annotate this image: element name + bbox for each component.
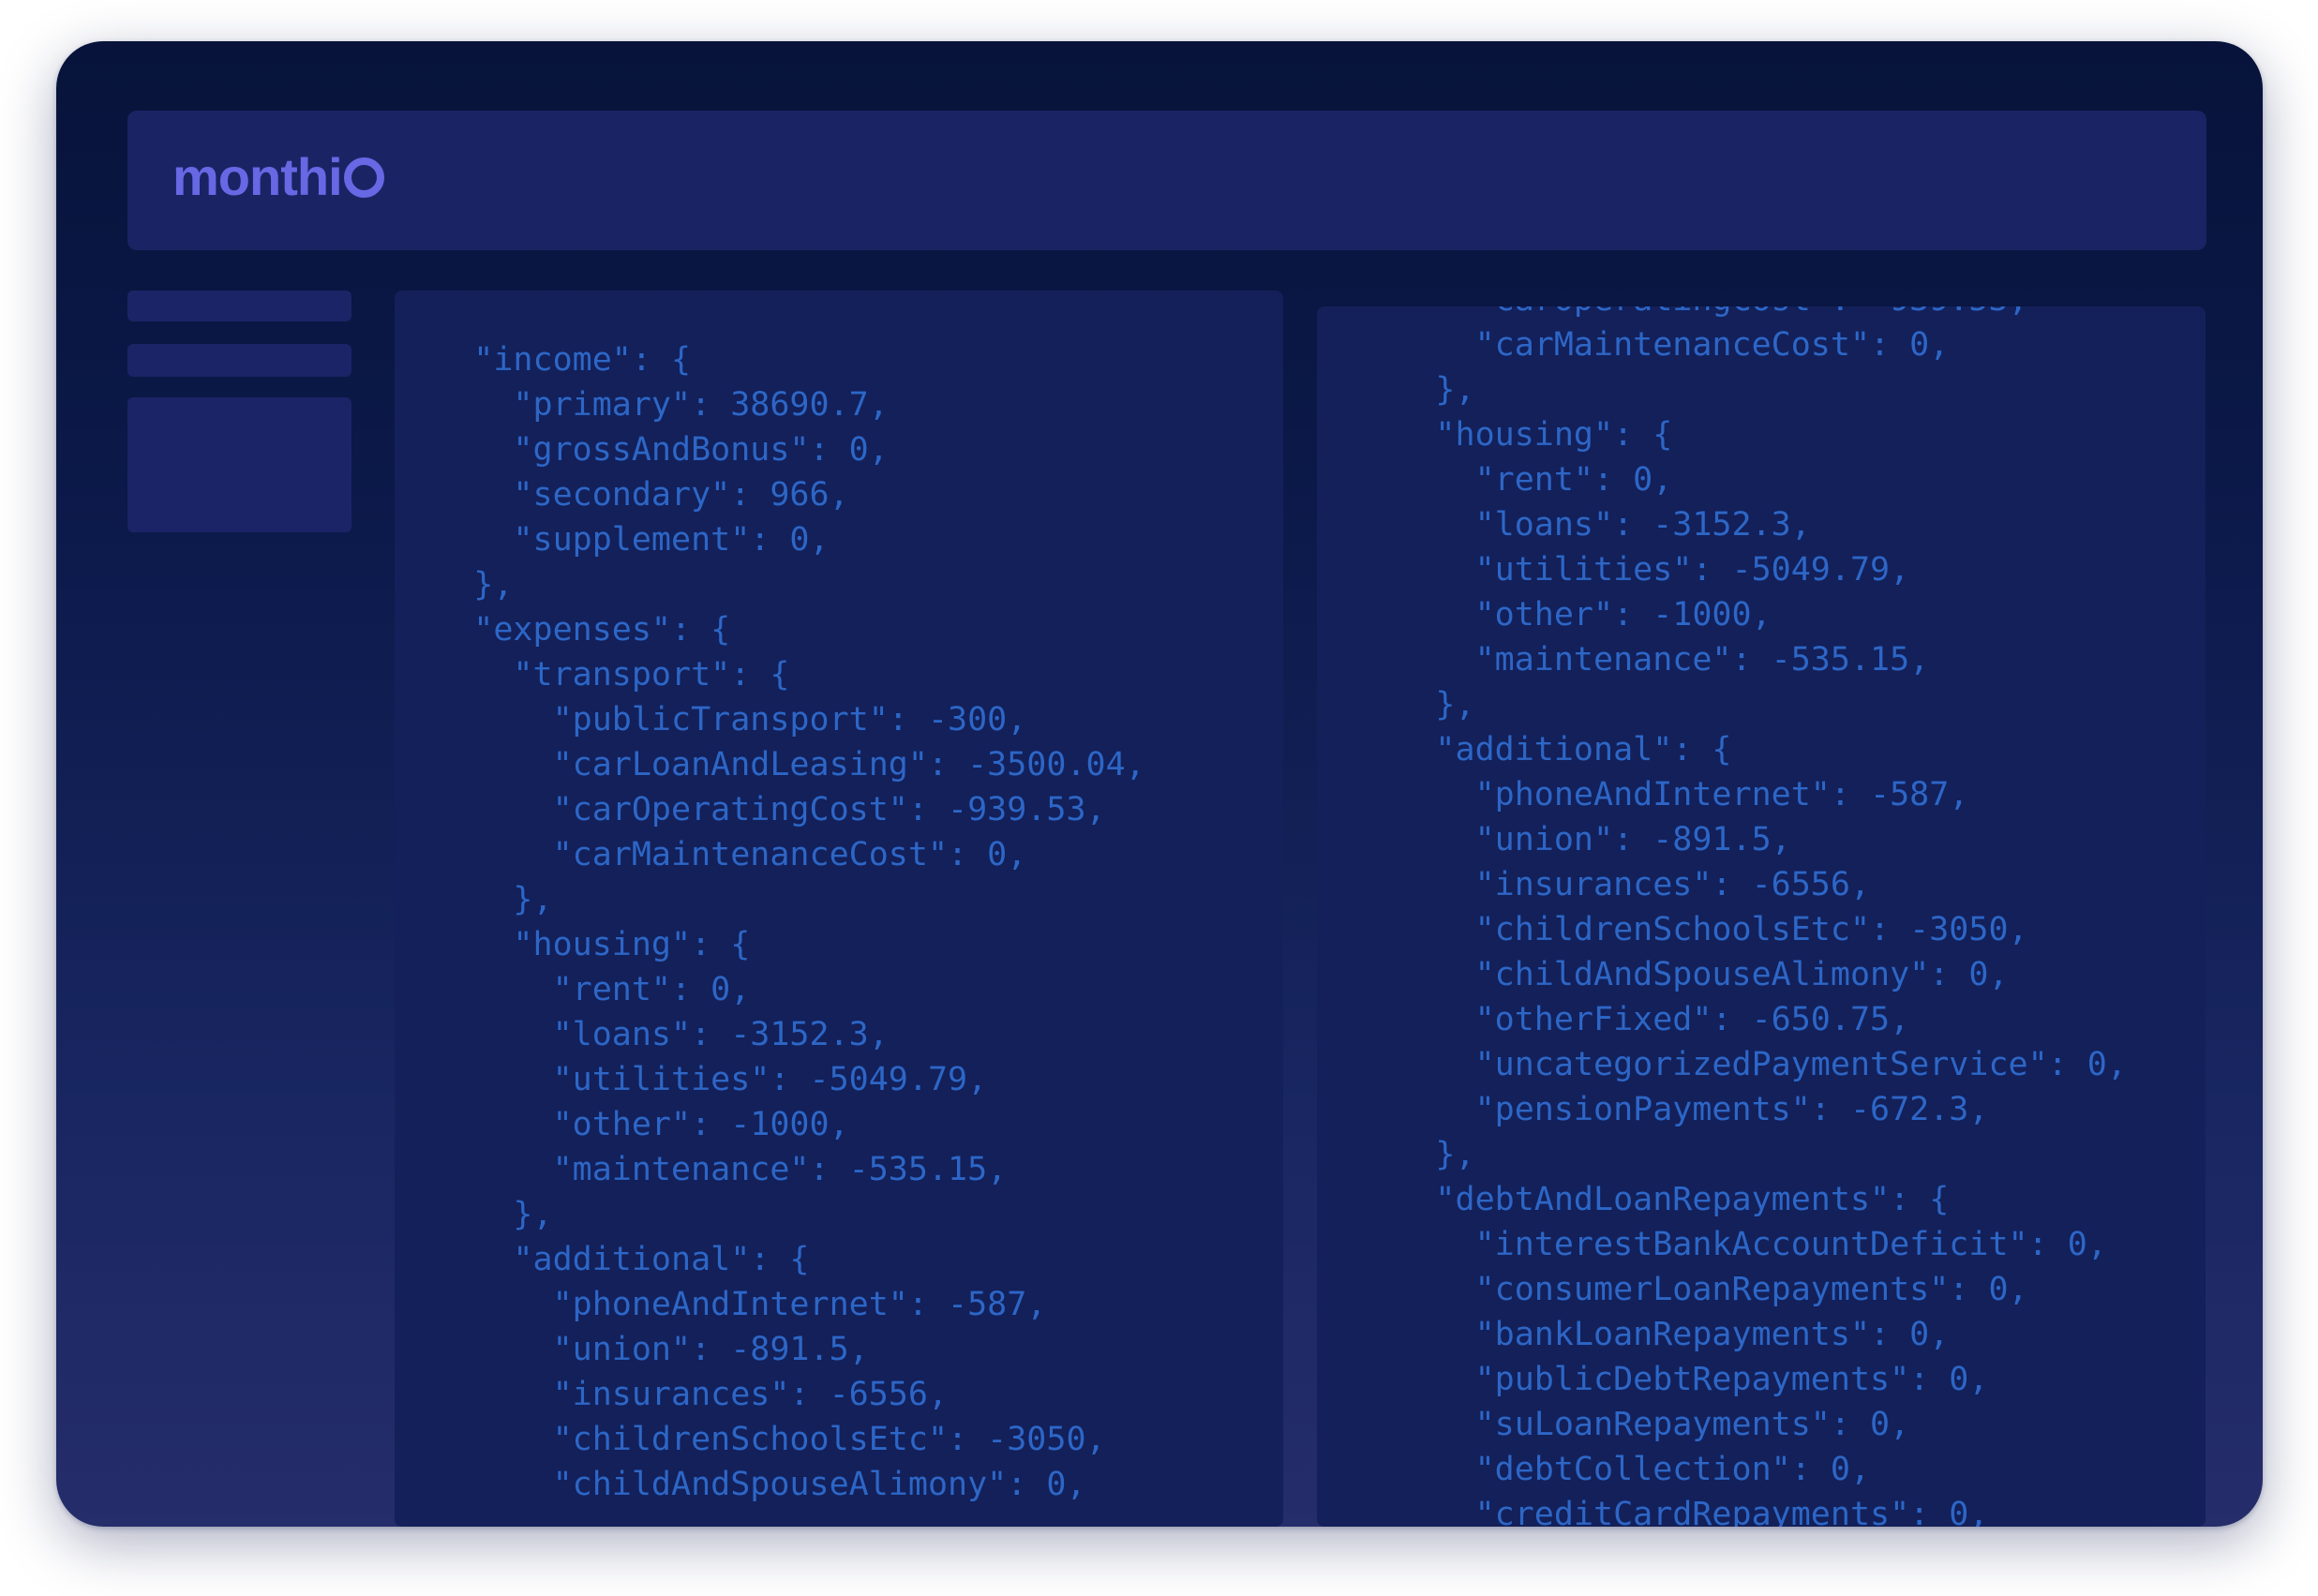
json-code-line: "carMaintenanceCost": 0, <box>395 836 1027 873</box>
json-code-line: "grossAndBonus": 0, <box>395 431 889 469</box>
json-code-line: "expenses": { <box>395 611 731 649</box>
json-code-line: "union": -891.5, <box>1317 821 1791 858</box>
json-code-line: "housing": { <box>1317 416 1673 454</box>
json-code-line: "pensionPayments": -672.3, <box>1317 1091 1989 1128</box>
json-code-line: "uncategorizedPaymentService": 0, <box>1317 1046 2127 1083</box>
json-code-line: }, <box>1317 1136 1475 1173</box>
json-code-line: "childrenSchoolsEtc": -3050, <box>395 1421 1106 1458</box>
json-code-line: "childAndSpouseAlimony": 0, <box>1317 956 2009 993</box>
json-code-line: "debtCollection": 0, <box>1317 1451 1871 1488</box>
json-code-line: "carMaintenanceCost": 0, <box>1317 326 1950 364</box>
app-header: monthi <box>127 111 2206 250</box>
json-code-line: "debtAndLoanRepayments": { <box>1317 1181 1950 1218</box>
json-panel-right[interactable]: "carOperatingCost": -939.53, "carMainten… <box>1317 306 2206 1527</box>
json-code-line: "insurances": -6556, <box>395 1376 949 1413</box>
json-code-line: }, <box>395 1196 553 1233</box>
json-code-line: "other": -1000, <box>1317 596 1772 634</box>
json-code-line: "secondary": 966, <box>395 476 849 514</box>
json-code-line: "additional": { <box>1317 731 1732 768</box>
json-code-line: "loans": -3152.3, <box>395 1016 889 1053</box>
logo-o-mark <box>343 157 384 198</box>
json-code-line: "childAndSpouseAlimony": 0, <box>395 1466 1086 1503</box>
json-code-line: }, <box>395 566 514 604</box>
json-code-line: "bankLoanRepayments": 0, <box>1317 1316 1950 1353</box>
json-code-line: "housing": { <box>395 926 751 963</box>
json-code-line: }, <box>1317 371 1475 409</box>
logo-text: monthi <box>172 147 343 206</box>
json-code-line: }, <box>1317 686 1475 723</box>
json-code-line: "loans": -3152.3, <box>1317 506 1811 544</box>
json-code-line: "rent": 0, <box>395 971 751 1008</box>
json-code-line: "rent": 0, <box>1317 461 1673 499</box>
json-code-line: "supplement": 0, <box>395 521 830 559</box>
json-code-line: "phoneAndInternet": -587, <box>1317 776 1969 813</box>
json-code-line: "carOperatingCost": -939.53, <box>1317 306 2127 322</box>
json-code-right: "carOperatingCost": -939.53, "carMainten… <box>1317 306 2127 1527</box>
json-code-line: "interestBankAccountDeficit": 0, <box>1317 1226 2107 1263</box>
json-code-line: "transport": { <box>395 656 790 694</box>
json-code-line: "carLoanAndLeasing": -3500.04, <box>395 746 1145 783</box>
json-code-line: "insurances": -6556, <box>1317 866 1871 903</box>
json-code-line: "creditCardRepayments": 0, <box>1317 1496 1989 1527</box>
sidebar-nav-item-2[interactable] <box>127 344 351 377</box>
json-code-line: "utilities": -5049.79, <box>395 1061 988 1098</box>
sidebar-nav-item-1[interactable] <box>127 291 351 321</box>
json-code-line: "otherFixed": -650.75, <box>1317 1001 1910 1038</box>
json-code-line: "additional": { <box>395 1241 810 1278</box>
json-code-line: "carOperatingCost": -939.53, <box>395 791 1106 828</box>
json-code-line: "childrenSchoolsEtc": -3050, <box>1317 911 2028 948</box>
app-window: monthi "income": { "primary": 38690.7, "… <box>56 41 2263 1527</box>
json-code-line: "publicDebtRepayments": 0, <box>1317 1361 1989 1398</box>
monthio-logo[interactable]: monthi <box>172 146 384 207</box>
json-code-line: "primary": 38690.7, <box>395 386 889 424</box>
json-code-line: "publicTransport": -300, <box>395 701 1027 738</box>
json-code-line: "other": -1000, <box>395 1106 849 1143</box>
json-code-line: "union": -891.5, <box>395 1331 869 1368</box>
json-code-line: "suLoanRepayments": 0, <box>1317 1406 1910 1443</box>
json-code-left: "income": { "primary": 38690.7, "grossAn… <box>395 337 1145 1507</box>
json-panel-left[interactable]: "income": { "primary": 38690.7, "grossAn… <box>395 291 1283 1527</box>
json-code-line: "income": { <box>395 341 692 379</box>
json-code-line: "consumerLoanRepayments": 0, <box>1317 1271 2028 1308</box>
json-code-line: "phoneAndInternet": -587, <box>395 1286 1047 1323</box>
json-code-line: "maintenance": -535.15, <box>395 1151 1008 1188</box>
json-code-line: }, <box>395 881 553 918</box>
sidebar-card[interactable] <box>127 397 351 532</box>
json-code-line: "utilities": -5049.79, <box>1317 551 1910 589</box>
json-code-line: "maintenance": -535.15, <box>1317 641 1930 679</box>
